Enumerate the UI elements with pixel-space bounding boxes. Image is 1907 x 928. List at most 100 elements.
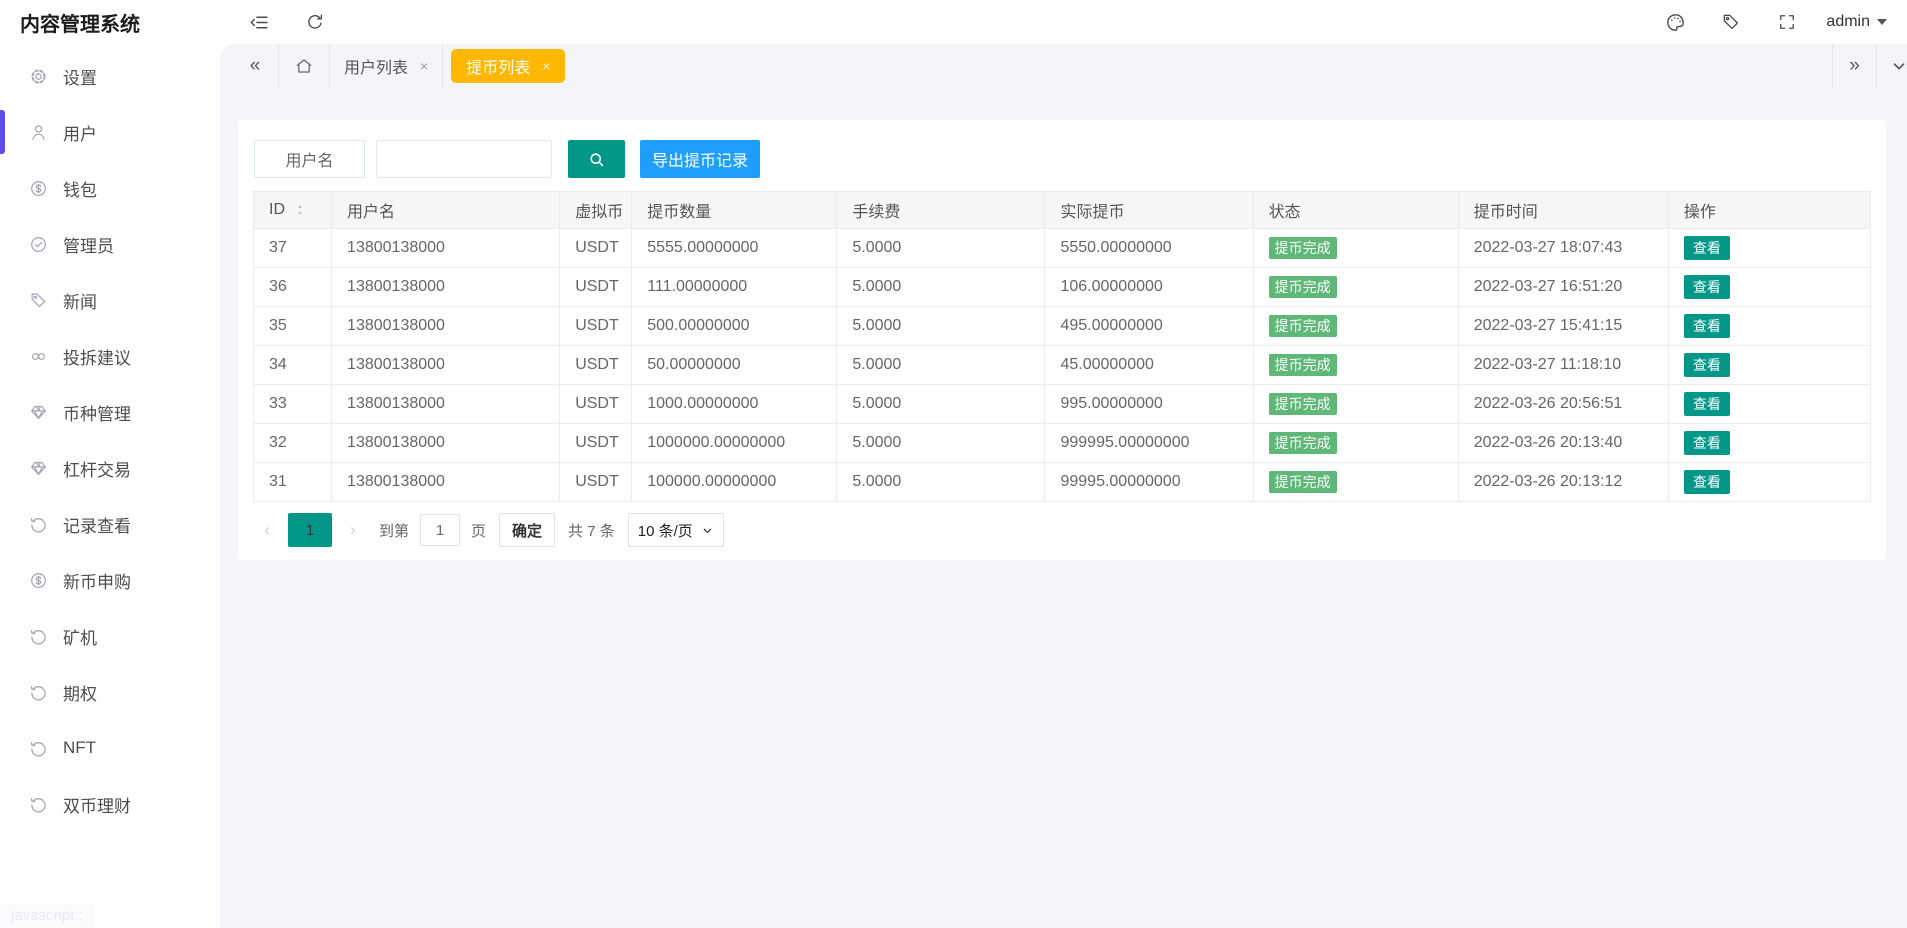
cell-actual: 495.00000000 [1045,307,1253,346]
gear-icon [29,67,48,86]
sidebar-item-4[interactable]: 管理员 [0,216,220,272]
close-icon[interactable]: × [542,58,550,74]
page-current: 1 [288,513,332,547]
page-next-button[interactable]: › [339,513,367,547]
tag-icon [1721,12,1741,32]
sidebar-item-2[interactable]: 用户 [0,104,220,160]
sidebar-item-label: 用户 [63,120,97,145]
goto-label: 到第 [379,520,409,541]
sidebar-item-12[interactable]: 期权 [0,664,220,720]
page-unit-label: 页 [471,520,486,541]
status-badge: 提币完成 [1269,276,1337,298]
sidebar-item-11[interactable]: 矿机 [0,608,220,664]
magnifier-icon [587,150,606,169]
tag-button[interactable] [1710,0,1752,44]
dollar-icon [29,179,48,198]
gem-icon [29,459,48,478]
view-button[interactable]: 查看 [1684,470,1730,494]
refresh-button[interactable] [294,0,336,44]
shield-check-icon [29,235,48,254]
tabs-scroll-right-button[interactable]: » [1832,44,1876,88]
pagination: ‹ 1 › 到第 页 确定 共 7 条 10 条/页 [253,513,1871,547]
tab-bar: « 用户列表 × 提币列表 × » [220,44,1907,88]
sidebar-item-7[interactable]: 币种管理 [0,384,220,440]
goto-confirm-button[interactable]: 确定 [499,513,555,547]
withdraw-list-card: 用户名 导出提币记录 ID用户名虚拟币提币数量手续费实际提币状态提币时间操作 3… [238,120,1886,560]
sidebar-item-label: 记录查看 [63,512,131,537]
column-header: 用户名 [332,192,560,229]
search-input[interactable] [376,140,552,178]
sidebar-item-label: 矿机 [63,624,97,649]
view-button[interactable]: 查看 [1684,392,1730,416]
cell-username: 13800138000 [332,229,560,268]
sidebar-item-10[interactable]: 新币申购 [0,552,220,608]
sort-icon[interactable] [293,203,307,217]
dollar-icon [29,571,48,590]
table-header-row: ID用户名虚拟币提币数量手续费实际提币状态提币时间操作 [254,192,1871,229]
sidebar: 设置用户钱包管理员新闻投拆建议币种管理杠杆交易记录查看新币申购矿机期权NFT双币… [0,44,220,827]
tab-user-list[interactable]: 用户列表 × [330,44,443,88]
view-button[interactable]: 查看 [1684,353,1730,377]
tab-withdraw-list[interactable]: 提币列表 × [451,49,565,83]
status-badge: 提币完成 [1269,393,1337,415]
table-row: 3513800138000USDT500.000000005.0000495.0… [254,307,1871,346]
cell-coin: USDT [560,424,632,463]
cell-username: 13800138000 [332,385,560,424]
user-icon [29,123,48,142]
tabs-scroll-left-button[interactable]: « [232,44,278,88]
status-badge: 提币完成 [1269,315,1337,337]
export-withdraw-records-button[interactable]: 导出提币记录 [640,140,760,178]
cell-username: 13800138000 [332,424,560,463]
tag-icon [29,291,48,310]
cell-fee: 5.0000 [837,229,1045,268]
close-icon[interactable]: × [420,58,428,74]
view-button[interactable]: 查看 [1684,275,1730,299]
cell-fee: 5.0000 [837,268,1045,307]
page-prev-button[interactable]: ‹ [253,513,281,547]
search-field-select[interactable]: 用户名 [254,140,365,178]
tab-home[interactable] [278,44,330,88]
history-icon [29,739,48,758]
link-status-tooltip: javascript:; [0,904,94,928]
cell-coin: USDT [560,268,632,307]
view-button[interactable]: 查看 [1684,431,1730,455]
sidebar-item-1[interactable]: 设置 [0,48,220,104]
sidebar-collapse-button[interactable] [238,0,280,44]
cell-username: 13800138000 [332,307,560,346]
history-icon [29,515,48,534]
top-bar: 内容管理系统 admin [0,0,1907,44]
sidebar-item-13[interactable]: NFT [0,720,220,776]
page-size-select[interactable]: 10 条/页 [628,513,724,547]
tabs-menu-button[interactable] [1876,44,1907,88]
cell-time: 2022-03-26 20:13:12 [1458,463,1668,502]
table-row: 3313800138000USDT1000.000000005.0000995.… [254,385,1871,424]
sidebar-item-9[interactable]: 记录查看 [0,496,220,552]
app-title: 内容管理系统 [0,8,220,37]
cell-id: 31 [254,463,332,502]
link-icon [29,347,48,366]
column-header[interactable]: ID [254,192,332,229]
column-header: 虚拟币 [560,192,632,229]
view-button[interactable]: 查看 [1684,314,1730,338]
fullscreen-button[interactable] [1766,0,1808,44]
theme-palette-button[interactable] [1654,0,1696,44]
cell-id: 33 [254,385,332,424]
cell-actual: 45.00000000 [1045,346,1253,385]
sidebar-item-8[interactable]: 杠杆交易 [0,440,220,496]
chevron-down-icon [1890,57,1907,75]
column-header: 状态 [1253,192,1458,229]
sidebar-item-label: NFT [63,738,96,758]
column-header: 提币时间 [1458,192,1668,229]
sidebar-item-5[interactable]: 新闻 [0,272,220,328]
goto-page-input[interactable] [420,514,460,546]
status-badge: 提币完成 [1269,237,1337,259]
sidebar-item-label: 杠杆交易 [63,456,131,481]
cell-actual: 995.00000000 [1045,385,1253,424]
view-button[interactable]: 查看 [1684,236,1730,260]
sidebar-item-14[interactable]: 双币理财 [0,776,220,832]
sidebar-item-6[interactable]: 投拆建议 [0,328,220,384]
sidebar-item-label: 设置 [63,64,97,89]
user-menu[interactable]: admin [1822,0,1891,44]
search-button[interactable] [568,140,625,178]
sidebar-item-3[interactable]: 钱包 [0,160,220,216]
